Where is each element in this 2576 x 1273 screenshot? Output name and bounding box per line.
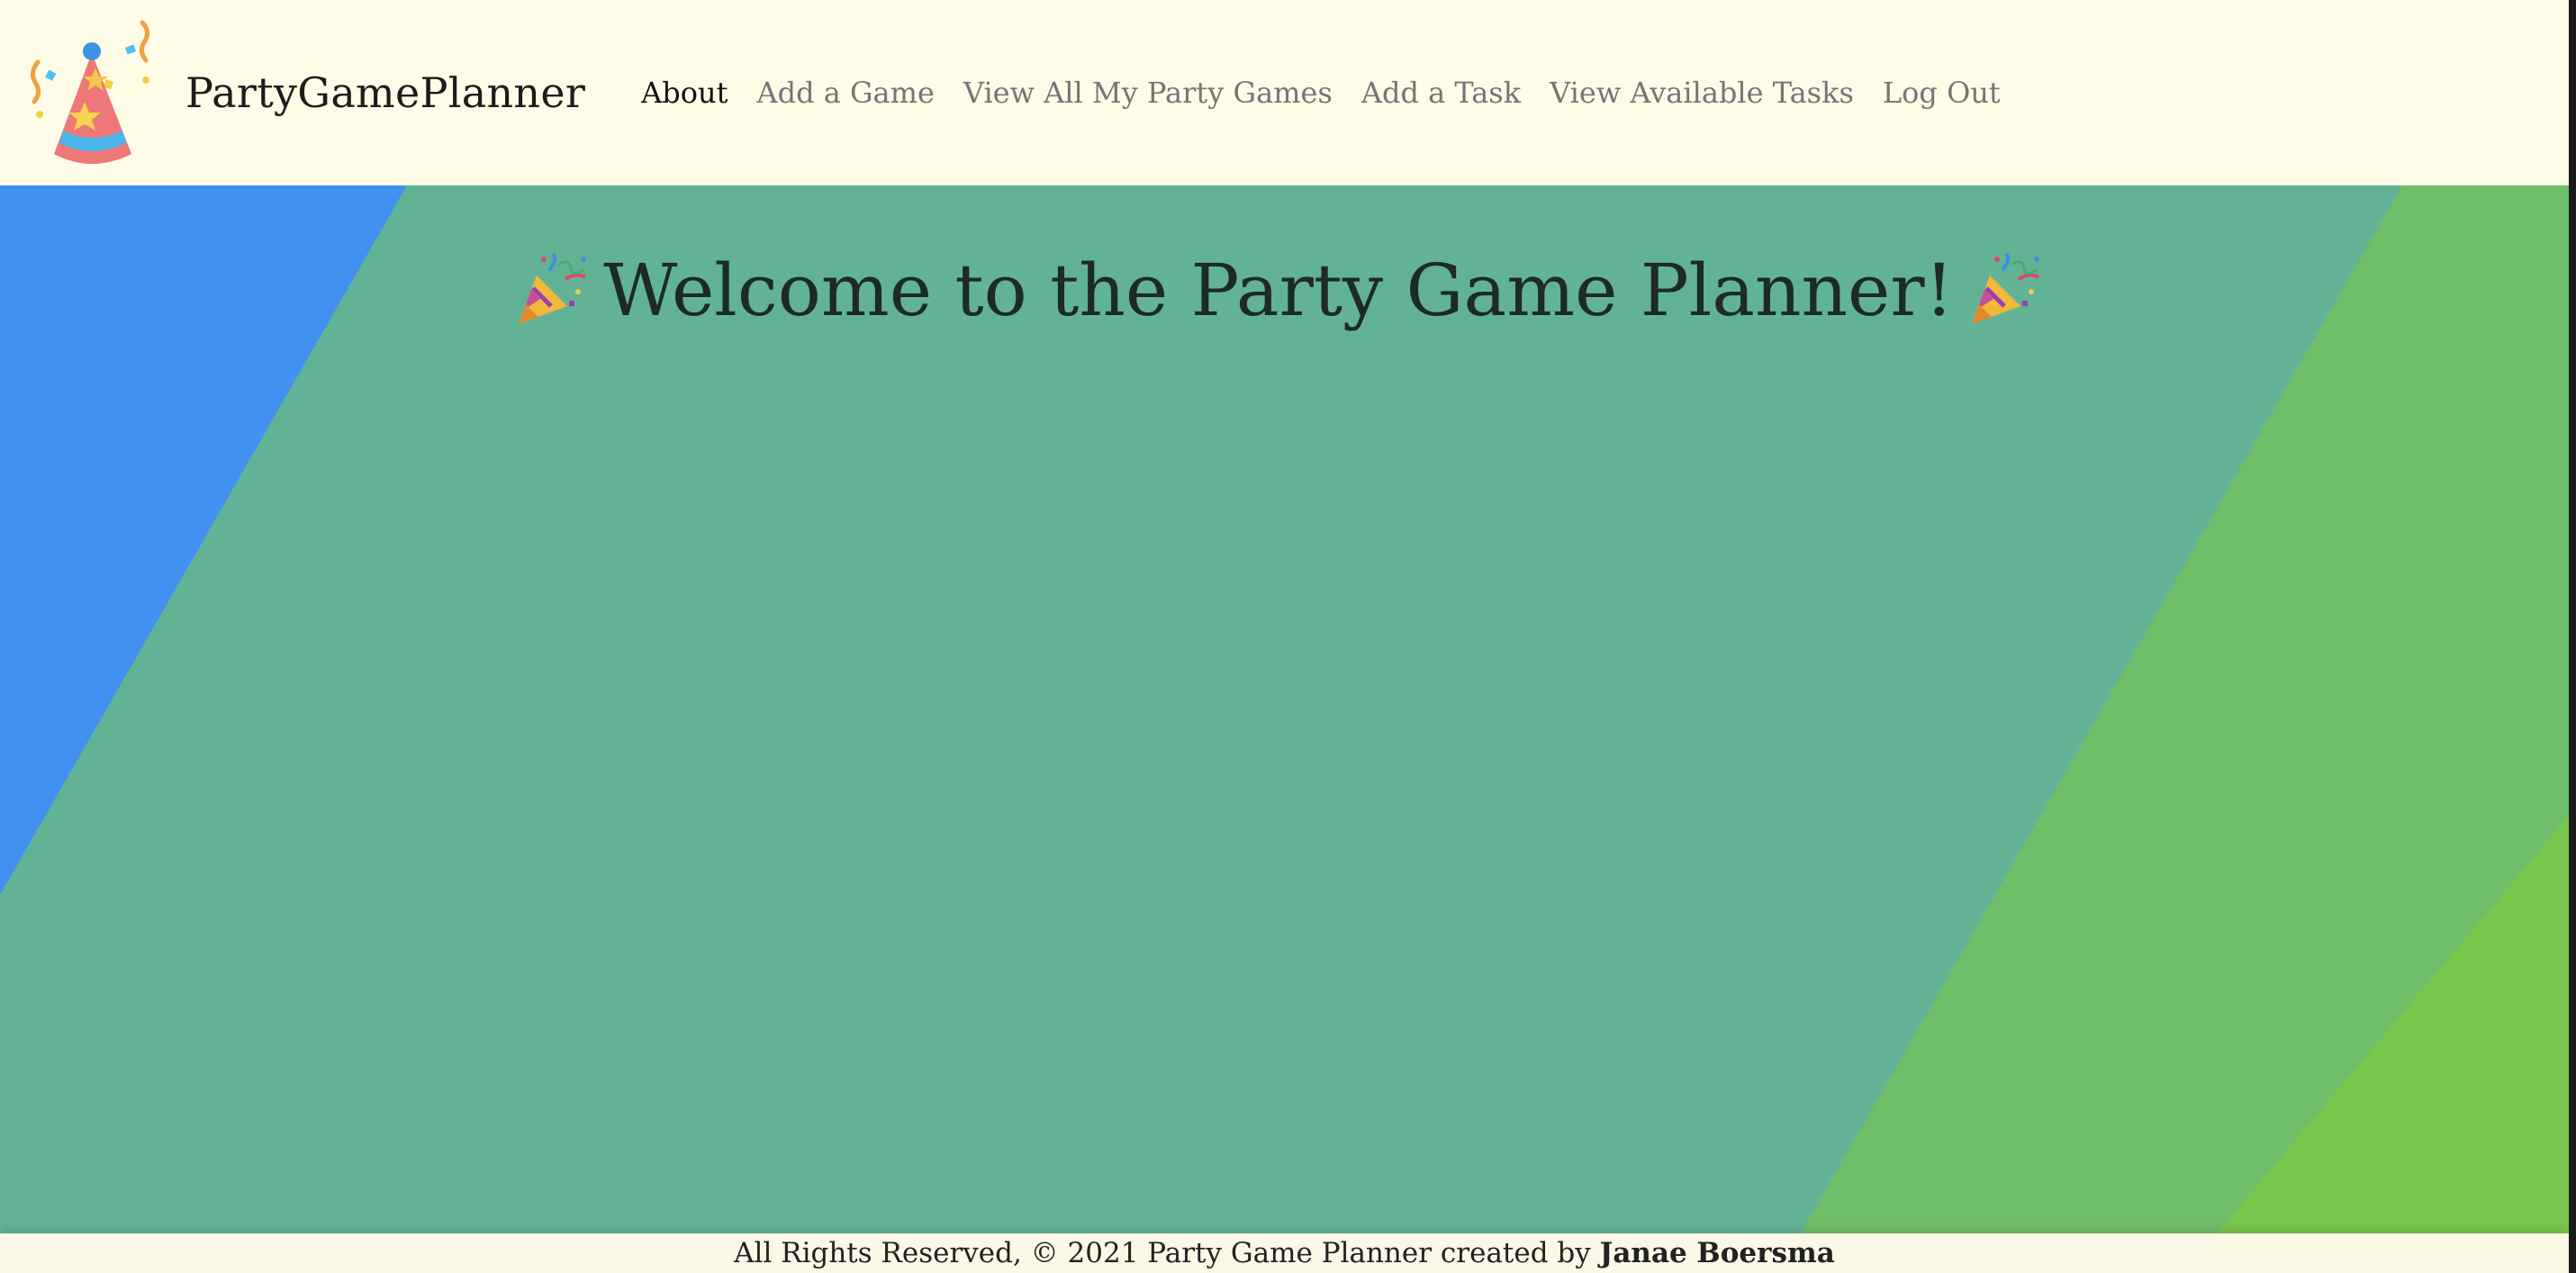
window-edge <box>2569 0 2576 1273</box>
brand-link[interactable]: PartyGamePlanner <box>0 19 627 167</box>
hero-background <box>0 185 2569 1233</box>
footer: All Rights Reserved, © 2021 Party Game P… <box>0 1233 2569 1273</box>
nav-link-add-task[interactable]: Add a Task <box>1347 76 1535 110</box>
hero-section: Welcome to the Party Game Planner! <box>0 185 2569 1233</box>
nav-links: About Add a Game View All My Party Games… <box>627 76 2015 110</box>
nav-link-about[interactable]: About <box>627 76 742 110</box>
footer-author: Janae Boersma <box>1599 1237 1835 1269</box>
nav-link-add-game[interactable]: Add a Game <box>742 76 948 110</box>
party-popper-icon <box>1966 252 2044 330</box>
party-hat-icon <box>27 19 158 167</box>
party-popper-icon <box>513 252 591 330</box>
page: PartyGamePlanner About Add a Game View A… <box>0 0 2569 1273</box>
welcome-title-text: Welcome to the Party Game Planner! <box>603 248 1954 332</box>
nav-link-view-available-tasks[interactable]: View Available Tasks <box>1535 76 1868 110</box>
nav-link-view-all-party-games[interactable]: View All My Party Games <box>949 76 1347 110</box>
nav-link-log-out[interactable]: Log Out <box>1868 76 2015 110</box>
footer-copyright-text: All Rights Reserved, © 2021 Party Game P… <box>734 1237 1591 1269</box>
brand-name: PartyGamePlanner <box>185 68 586 117</box>
navbar: PartyGamePlanner About Add a Game View A… <box>0 0 2569 185</box>
welcome-heading: Welcome to the Party Game Planner! <box>0 248 2557 332</box>
